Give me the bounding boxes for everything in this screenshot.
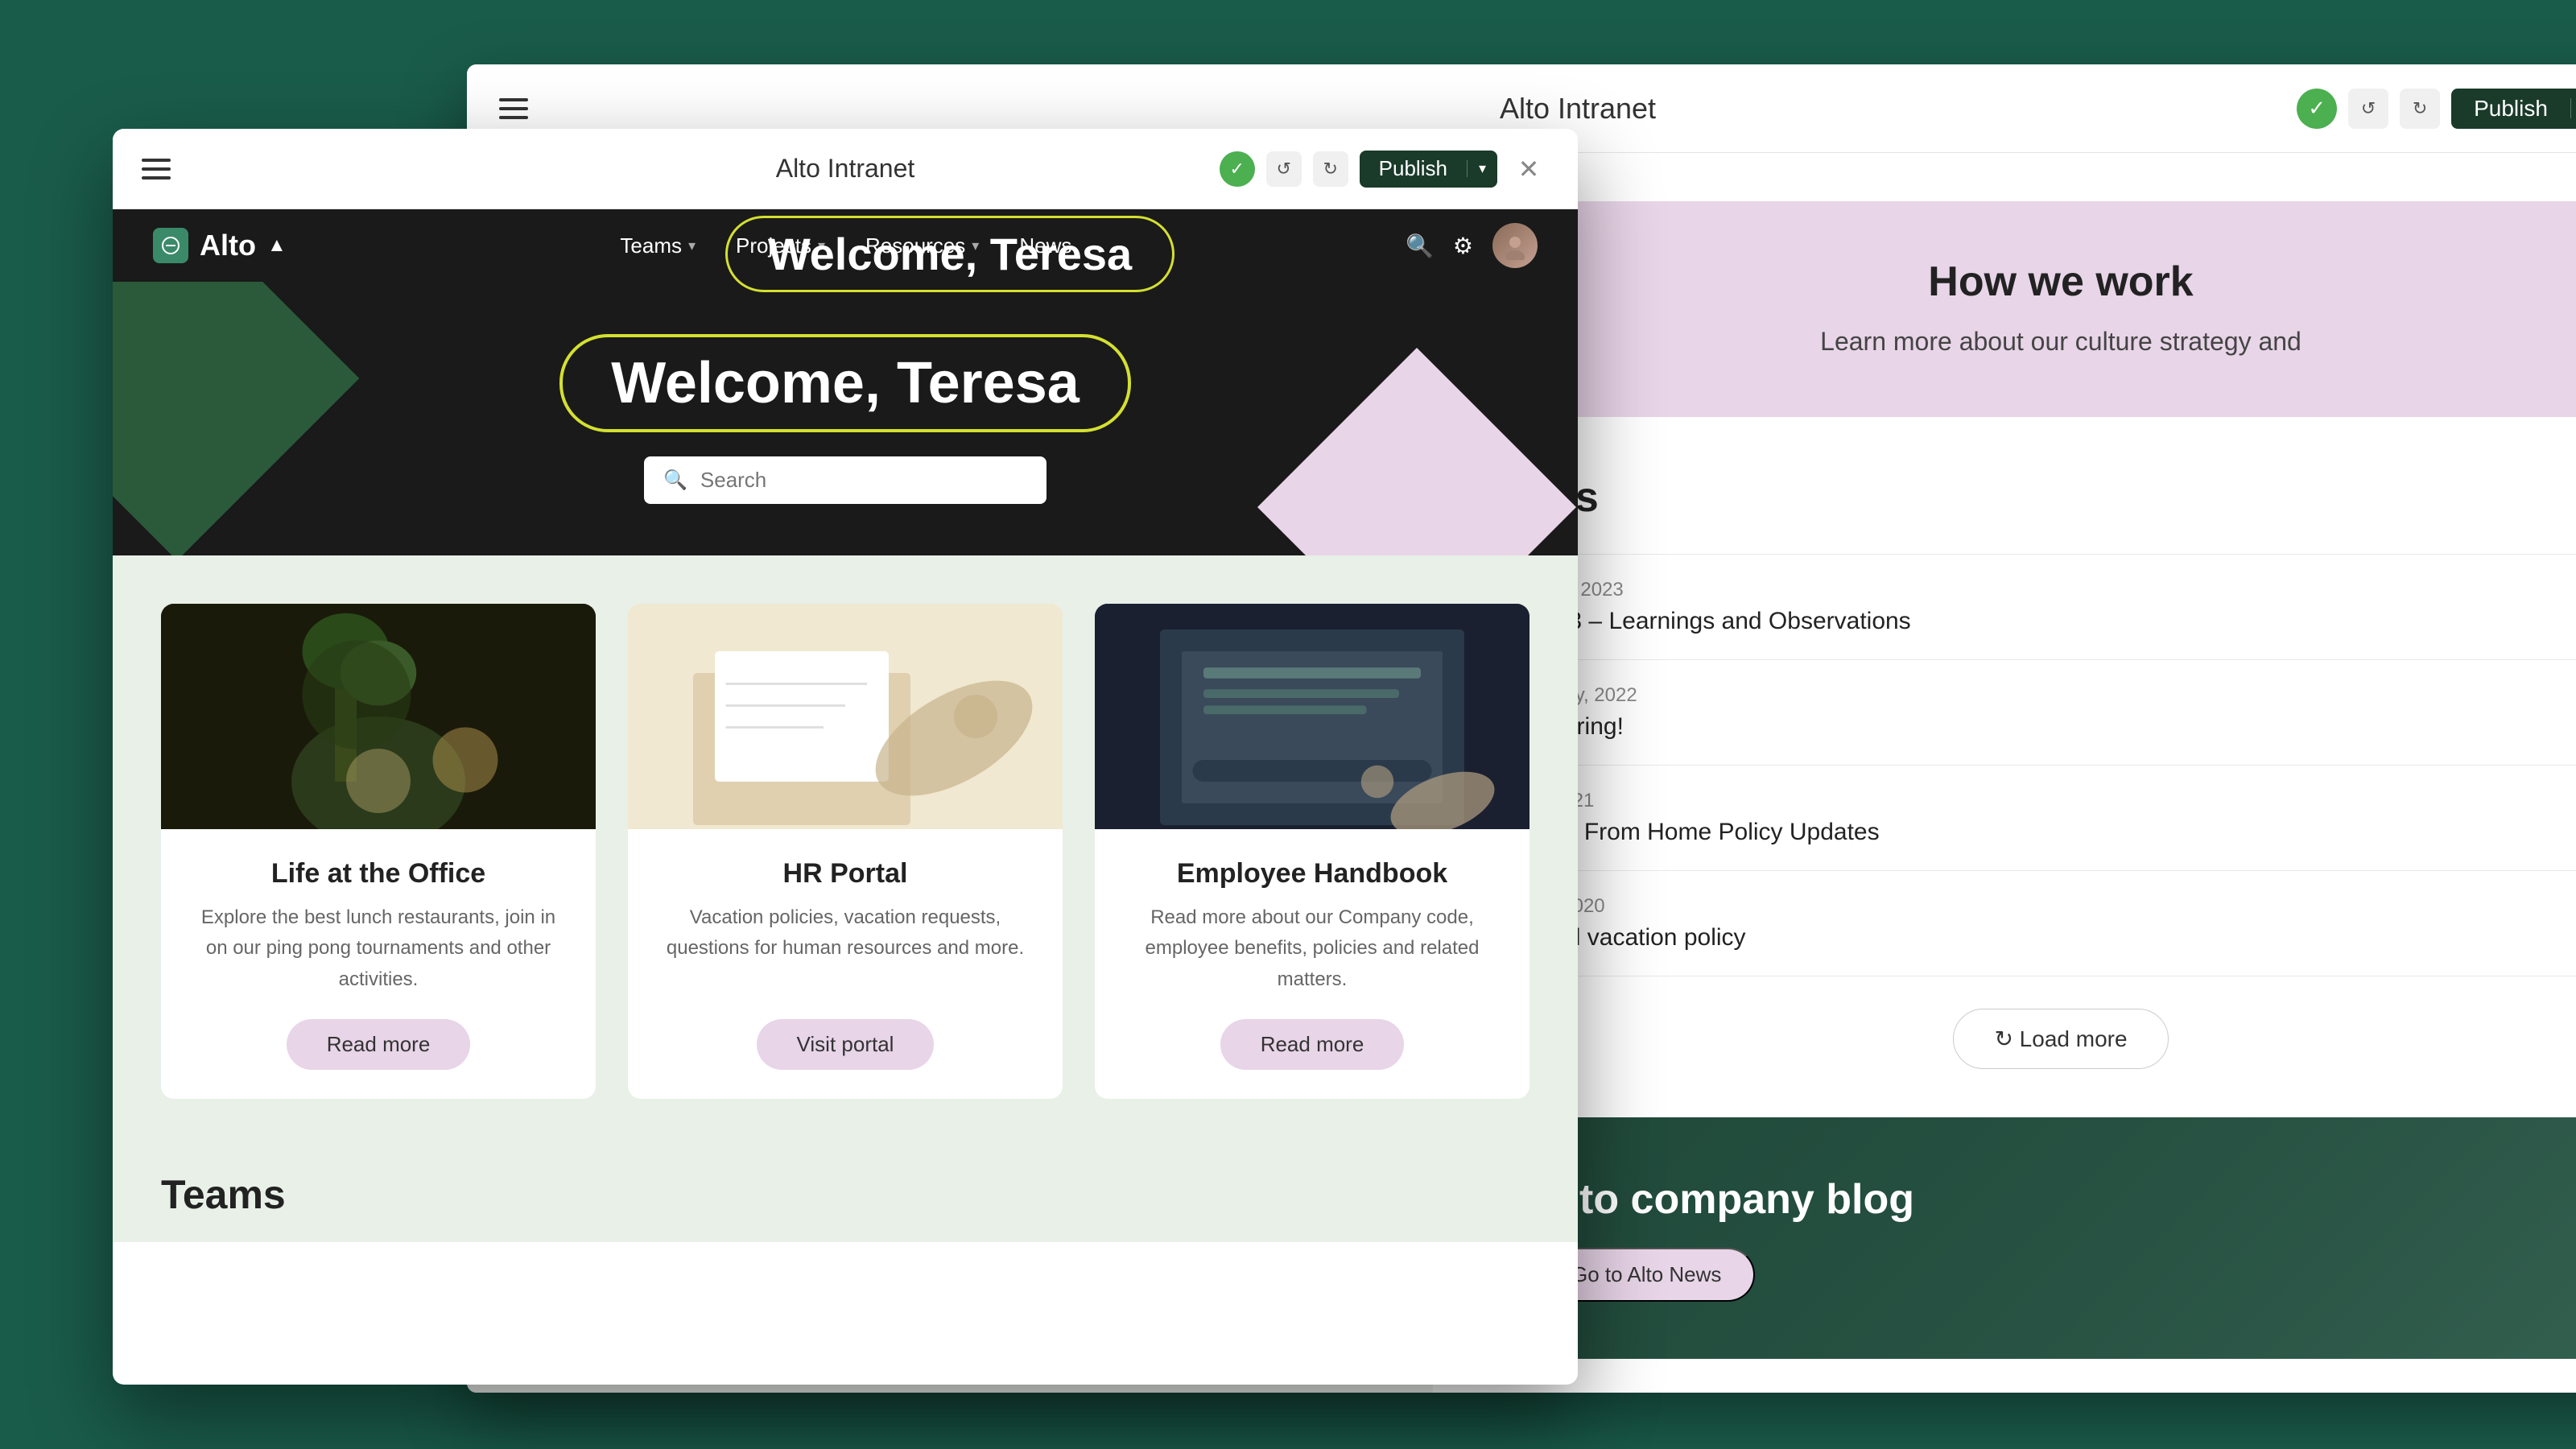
nav-settings-icon[interactable]: ⚙: [1453, 233, 1473, 259]
teams-dropdown-icon: ▾: [688, 237, 696, 254]
card-btn-office[interactable]: Read more: [287, 1019, 471, 1070]
news-item-3[interactable]: 5 May, 2021 Working From Home Policy Upd…: [1489, 766, 2576, 871]
teams-section: Teams: [113, 1147, 1578, 1242]
nav-logo-triangle: ▲: [267, 234, 287, 257]
hamburger-menu-icon[interactable]: [499, 98, 528, 119]
card-handbook: Employee Handbook Read more about our Co…: [1095, 604, 1530, 1099]
nav-link-teams[interactable]: Teams ▾: [620, 233, 696, 258]
intranet-hero: Welcome, Teresa 🔍: [113, 282, 1578, 555]
teams-title: Teams: [161, 1171, 1530, 1218]
blog-card: Alto company blog Go to Alto News: [1489, 1117, 2576, 1359]
card-title-hr: HR Portal: [783, 858, 908, 890]
nav-logo-icon: [153, 228, 188, 263]
how-we-work-subtext: Learn more about our culture strategy an…: [1538, 322, 2576, 361]
front-publish-dropdown-arrow[interactable]: ▾: [1467, 160, 1497, 177]
card-desc-office: Explore the best lunch restaurants, join…: [193, 902, 564, 995]
front-undo-button[interactable]: ↺: [1266, 151, 1302, 187]
blog-card-title: Alto company blog: [1538, 1175, 2576, 1224]
hero-bg-shape-right: [1257, 348, 1576, 555]
redo-button[interactable]: ↻: [2400, 89, 2440, 129]
front-window: Alto Intranet ✓ ↺ ↻ Publish ▾ ✕ Alt: [113, 129, 1578, 1385]
card-hr-portal: HR Portal Vacation policies, vacation re…: [628, 604, 1063, 1099]
hero-content: Welcome, Teresa 🔍: [559, 334, 1131, 504]
alt-hero-text: Welcome, Teresa: [725, 216, 1174, 292]
blog-card-overlay: Alto company blog Go to Alto News: [1489, 1117, 2576, 1359]
close-button-front[interactable]: ✕: [1509, 149, 1549, 189]
back-right-panel: How we work Learn more about our culture…: [1433, 153, 2576, 1393]
intranet-body: Alto ▲ Teams ▾ Projects ▾ Resources ▾ Ne…: [113, 209, 1578, 1385]
card-body-hr: HR Portal Vacation policies, vacation re…: [628, 829, 1063, 1099]
how-we-work-card: How we work Learn more about our culture…: [1489, 201, 2576, 417]
nav-logo: Alto ▲: [153, 228, 287, 263]
back-window-title: Alto Intranet: [1500, 92, 1656, 126]
card-body-handbook: Employee Handbook Read more about our Co…: [1095, 829, 1530, 1099]
front-window-title: Alto Intranet: [776, 154, 915, 184]
cards-section: Life at the Office Explore the best lunc…: [113, 555, 1578, 1147]
card-title-handbook: Employee Handbook: [1177, 858, 1447, 890]
front-hamburger-icon[interactable]: [142, 159, 171, 180]
hero-search-bar: 🔍: [644, 456, 1046, 504]
card-desc-handbook: Read more about our Company code, employ…: [1127, 902, 1497, 995]
publish-button-front[interactable]: Publish ▾: [1360, 151, 1497, 188]
card-image-handbook: [1095, 604, 1530, 829]
card-title-office: Life at the Office: [271, 858, 485, 890]
news-item-2[interactable]: 28 January, 2022 We're hiring! ›: [1489, 660, 2576, 766]
news-item-1[interactable]: 27 March, 2023 Q1 2023 – Learnings and O…: [1489, 554, 2576, 660]
news-section: News 27 March, 2023 Q1 2023 – Learnings …: [1489, 473, 2576, 1069]
card-image-office: [161, 604, 596, 829]
card-btn-handbook[interactable]: Read more: [1220, 1019, 1405, 1070]
hero-search-input[interactable]: [700, 468, 1027, 493]
front-check-status-icon: ✓: [1220, 151, 1255, 187]
publish-button-back[interactable]: Publish ▾: [2451, 89, 2576, 129]
back-titlebar-left: [499, 98, 528, 119]
hero-welcome-text: Welcome, Teresa: [559, 334, 1131, 432]
front-titlebar-left: [142, 159, 171, 180]
nav-avatar[interactable]: [1492, 223, 1538, 268]
card-desc-hr: Vacation policies, vacation requests, qu…: [660, 902, 1030, 995]
card-life-at-office: Life at the Office Explore the best lunc…: [161, 604, 596, 1099]
load-more-button[interactable]: ↻ Load more: [1953, 1009, 2168, 1069]
hero-search-icon: 🔍: [663, 469, 687, 492]
news-item-4[interactable]: 27 May, 2020 Updated vacation policy ›: [1489, 871, 2576, 976]
back-titlebar-right: ✓ ↺ ↻ Publish ▾ ✕: [2297, 89, 2576, 129]
how-we-work-heading: How we work: [1538, 258, 2576, 306]
front-redo-button[interactable]: ↻: [1313, 151, 1348, 187]
card-btn-hr[interactable]: Visit portal: [757, 1019, 935, 1070]
nav-search-icon[interactable]: 🔍: [1406, 233, 1434, 259]
publish-dropdown-arrow[interactable]: ▾: [2570, 98, 2576, 118]
card-body-office: Life at the Office Explore the best lunc…: [161, 829, 596, 1099]
check-status-icon: ✓: [2297, 89, 2337, 129]
front-titlebar-right: ✓ ↺ ↻ Publish ▾ ✕: [1220, 149, 1549, 189]
undo-button[interactable]: ↺: [2348, 89, 2388, 129]
nav-actions: 🔍 ⚙: [1406, 223, 1538, 268]
front-titlebar: Alto Intranet ✓ ↺ ↻ Publish ▾ ✕: [113, 129, 1578, 209]
nav-logo-text: Alto: [200, 229, 256, 262]
card-image-hr: [628, 604, 1063, 829]
hero-bg-shape-left: [113, 282, 359, 555]
news-section-title: News: [1489, 473, 2576, 522]
